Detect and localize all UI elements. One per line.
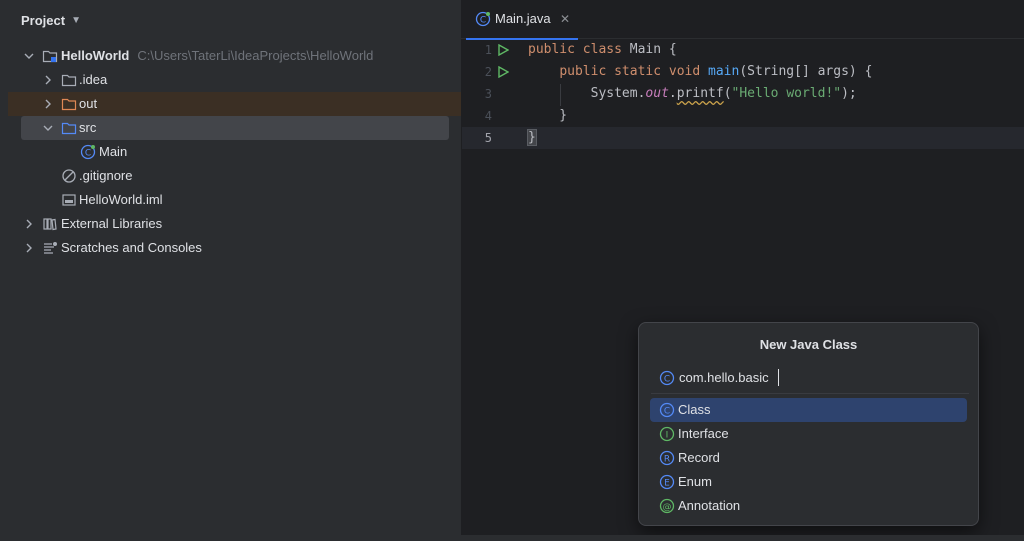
option-label: Class	[678, 402, 711, 417]
new-java-class-dialog: New Java Class C com.hello.basic C Class…	[638, 322, 979, 526]
option-label: Record	[678, 450, 720, 465]
code-line[interactable]: public static void main(String[] args) {	[528, 63, 872, 81]
tree-item-external-libraries[interactable]: External Libraries	[8, 212, 461, 236]
kind-option-class[interactable]: C Class	[650, 398, 967, 422]
chevron-down-icon[interactable]	[22, 44, 36, 68]
ignore-file-icon	[62, 169, 76, 183]
option-label: Enum	[678, 474, 712, 489]
project-path: C:\Users\TaterLi\IdeaProjects\HelloWorld	[137, 48, 374, 63]
tree-item-label: .idea	[79, 72, 108, 87]
annotation-icon: @	[659, 498, 675, 514]
tree-item-out[interactable]: out	[8, 92, 461, 116]
module-file-icon	[62, 194, 76, 206]
library-icon	[43, 218, 57, 231]
tree-item-label: External Libraries	[61, 216, 163, 231]
current-line-highlight	[462, 127, 1024, 149]
code-line[interactable]: public class Main {	[528, 41, 677, 59]
svg-text:C: C	[664, 375, 670, 385]
kind-option-annotation[interactable]: @ Annotation	[650, 494, 967, 518]
svg-text:R: R	[664, 455, 670, 465]
tree-item-label: HelloWorld.iml	[79, 192, 163, 207]
close-icon[interactable]: ✕	[560, 11, 570, 27]
status-bar-edge	[0, 535, 1024, 541]
tree-item-label: HelloWorld C:\Users\TaterLi\IdeaProjects\…	[61, 48, 374, 63]
chevron-right-icon[interactable]	[41, 92, 55, 116]
tree-item-idea[interactable]: .idea	[8, 68, 461, 92]
java-class-icon: C	[475, 11, 491, 27]
matched-brace: }	[527, 129, 537, 146]
line-number: 3	[484, 87, 492, 101]
run-icon[interactable]	[497, 66, 509, 78]
module-folder-icon	[42, 50, 58, 63]
folder-icon	[61, 74, 77, 87]
code-line[interactable]: }	[527, 129, 537, 147]
tree-item-label: src	[79, 120, 97, 135]
option-label: Annotation	[678, 498, 741, 513]
tree-item-gitignore[interactable]: .gitignore	[8, 164, 461, 188]
tab-main-java[interactable]: C Main.java ✕	[466, 0, 578, 40]
code-line[interactable]: System.out.printf("Hello world!");	[528, 85, 857, 103]
class-name-value: com.hello.basic	[679, 370, 769, 385]
svg-text:I: I	[666, 431, 669, 441]
chevron-down-icon[interactable]	[41, 116, 55, 140]
tree-item-scratches[interactable]: Scratches and Consoles	[8, 236, 461, 260]
kind-option-interface[interactable]: I Interface	[650, 422, 967, 446]
tab-label: Main.java	[495, 11, 551, 26]
class-icon: C	[659, 402, 675, 418]
tree-item-iml[interactable]: HelloWorld.iml	[8, 188, 461, 212]
line-number: 1	[484, 43, 492, 57]
tree-item-label: Main	[99, 144, 128, 159]
kind-option-record[interactable]: R Record	[650, 446, 967, 470]
source-folder-icon	[61, 122, 77, 135]
chevron-down-icon: ▼	[71, 14, 81, 26]
dialog-divider	[651, 393, 969, 394]
kind-option-enum[interactable]: E Enum	[650, 470, 967, 494]
enum-icon: E	[659, 474, 675, 490]
text-cursor	[778, 369, 779, 386]
java-class-icon: C	[80, 144, 96, 160]
tree-item-label: out	[79, 96, 98, 111]
line-number: 5	[484, 131, 492, 145]
tree-item-src[interactable]: src	[21, 116, 449, 140]
record-icon: R	[659, 450, 675, 466]
project-view-selector[interactable]: Project ▼	[21, 10, 81, 30]
chevron-right-icon[interactable]	[22, 236, 36, 260]
line-number: 4	[484, 109, 492, 123]
svg-text:C: C	[85, 149, 91, 159]
line-number: 2	[484, 65, 492, 79]
svg-text:C: C	[664, 407, 670, 417]
scratches-icon	[44, 242, 57, 254]
run-icon[interactable]	[497, 44, 509, 56]
excluded-folder-icon	[61, 98, 77, 111]
svg-text:E: E	[664, 479, 670, 489]
chevron-right-icon[interactable]	[41, 68, 55, 92]
svg-text:@: @	[663, 503, 672, 513]
tree-item-main[interactable]: C Main	[8, 140, 461, 164]
svg-text:C: C	[480, 16, 486, 26]
tree-item-label: Scratches and Consoles	[61, 240, 202, 255]
tree-item-root[interactable]: HelloWorld C:\Users\TaterLi\IdeaProjects\…	[8, 44, 461, 68]
class-name-input[interactable]: C com.hello.basic	[651, 365, 969, 391]
chevron-right-icon[interactable]	[22, 212, 36, 236]
option-label: Interface	[678, 426, 729, 441]
code-line[interactable]: }	[528, 107, 567, 125]
tree-item-label: .gitignore	[79, 168, 133, 183]
interface-icon: I	[659, 426, 675, 442]
project-title: Project	[21, 12, 66, 28]
class-icon: C	[659, 370, 675, 386]
dialog-title: New Java Class	[759, 337, 858, 352]
